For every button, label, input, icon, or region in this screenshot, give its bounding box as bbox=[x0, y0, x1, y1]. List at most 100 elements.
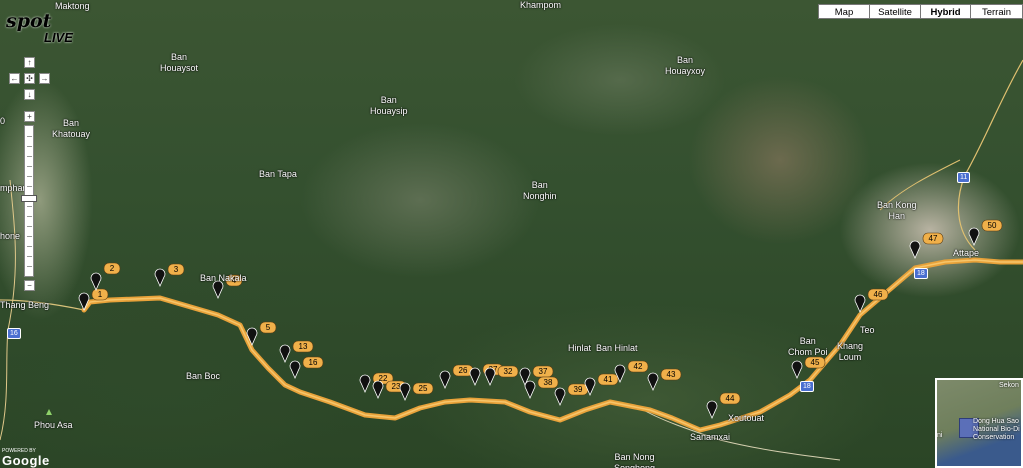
track-pin-icon[interactable] bbox=[359, 374, 371, 393]
track-marker-label: 47 bbox=[929, 234, 938, 243]
map-type-map-button[interactable]: Map bbox=[818, 4, 870, 19]
place-label: Ban Khatouay bbox=[52, 118, 91, 139]
pan-down-button[interactable]: ↓ bbox=[24, 89, 35, 100]
place-label: Khampom bbox=[520, 0, 562, 10]
track-pin-icon[interactable] bbox=[968, 227, 980, 246]
place-label: Xoutouat bbox=[728, 413, 765, 423]
overview-edge-label: ni bbox=[937, 432, 943, 439]
place-label: Hinlat bbox=[568, 343, 592, 353]
logo-text-live: LIVE bbox=[44, 30, 73, 45]
track-pin-icon[interactable] bbox=[647, 372, 659, 391]
pan-right-button[interactable]: → bbox=[39, 73, 50, 84]
track-marker[interactable]: 2 bbox=[90, 262, 121, 291]
track-marker-label: 39 bbox=[574, 385, 583, 394]
track-marker-label: 46 bbox=[874, 290, 883, 299]
place-label: Attape bbox=[953, 248, 980, 258]
logo-text-spot: spot bbox=[6, 10, 52, 32]
track-marker[interactable]: 32 bbox=[484, 365, 519, 386]
place-label: Ban Hinlat bbox=[596, 343, 638, 353]
track-marker-label: 1 bbox=[98, 290, 103, 299]
track-marker[interactable]: 47 bbox=[909, 232, 944, 259]
pan-left-button[interactable]: ← bbox=[9, 73, 20, 84]
place-label: Ban Nakala bbox=[200, 273, 247, 283]
track-pin-icon[interactable] bbox=[279, 344, 291, 363]
track-pin-icon[interactable] bbox=[90, 272, 102, 291]
map-type-satellite-button[interactable]: Satellite bbox=[869, 4, 921, 19]
place-label: Ban Houayxoy bbox=[665, 55, 706, 76]
track-marker-label: 3 bbox=[174, 265, 179, 274]
track-marker-label: 2 bbox=[110, 264, 115, 273]
map-type-hybrid-button[interactable]: Hybrid bbox=[920, 4, 971, 19]
track-marker-label: 42 bbox=[634, 362, 643, 371]
place-label: Ban Tapa bbox=[259, 169, 297, 179]
track-marker[interactable]: 42 bbox=[614, 360, 649, 383]
track-marker-label: 5 bbox=[266, 323, 271, 332]
track-route-highlight bbox=[83, 259, 1023, 431]
zoom-out-button[interactable]: − bbox=[24, 280, 35, 291]
overview-city-label: Sekon bbox=[999, 382, 1019, 389]
place-label: Teo bbox=[860, 325, 875, 335]
map-overlay: 1234513162223252627323738394142434445464… bbox=[0, 59, 1023, 461]
zoom-in-button[interactable]: + bbox=[24, 111, 35, 122]
place-label: Ban Boc bbox=[186, 371, 221, 381]
peak-icon bbox=[46, 409, 52, 415]
road-shield: 11 bbox=[957, 172, 971, 183]
map-type-terrain-button[interactable]: Terrain bbox=[970, 4, 1023, 19]
track-pin-icon[interactable] bbox=[289, 360, 301, 379]
map-canvas[interactable]: 1234513162223252627323738394142434445464… bbox=[0, 0, 1023, 468]
zoom-slider-thumb[interactable] bbox=[21, 195, 37, 202]
track-pin-icon[interactable] bbox=[909, 240, 921, 259]
overview-map[interactable]: Dong Hua Sao National Bio-Di Conservatio… bbox=[935, 378, 1023, 468]
track-marker-label: 43 bbox=[667, 370, 676, 379]
place-label: Sanamxai bbox=[690, 432, 731, 442]
road-shield: 18 bbox=[914, 268, 928, 279]
spot-live-logo: spot LIVE bbox=[6, 10, 88, 54]
track-marker[interactable]: 45 bbox=[791, 356, 826, 379]
road-shield: 16 bbox=[7, 328, 21, 339]
track-marker-label: 13 bbox=[299, 342, 308, 351]
track-marker-label: 44 bbox=[726, 394, 735, 403]
track-marker-label: 50 bbox=[988, 221, 997, 230]
track-pin-icon[interactable] bbox=[554, 387, 566, 406]
track-marker[interactable]: 50 bbox=[968, 219, 1003, 246]
track-marker[interactable]: 41 bbox=[584, 373, 619, 396]
track-marker[interactable]: 25 bbox=[399, 382, 434, 401]
track-marker-label: 23 bbox=[392, 382, 401, 391]
track-marker-label: 16 bbox=[309, 358, 318, 367]
track-marker-label: 26 bbox=[459, 366, 468, 375]
track-marker[interactable]: 39 bbox=[554, 383, 589, 406]
overview-label: Dong Hua Sao National Bio-Di Conservatio… bbox=[973, 418, 1020, 441]
track-pin-icon[interactable] bbox=[399, 382, 411, 401]
track-marker[interactable]: 46 bbox=[854, 288, 889, 313]
track-marker-label: 37 bbox=[539, 367, 548, 376]
track-pin-icon[interactable] bbox=[484, 367, 496, 386]
track-pin-icon[interactable] bbox=[524, 380, 536, 399]
google-logo[interactable]: POWERED BY Google bbox=[2, 448, 62, 468]
place-label: Khang Loum bbox=[837, 341, 864, 362]
track-marker[interactable]: 5 bbox=[246, 321, 277, 346]
track-pin-icon[interactable] bbox=[439, 370, 451, 389]
track-marker[interactable]: 26 bbox=[439, 364, 474, 389]
place-label: Ban Chom Poi bbox=[788, 336, 828, 357]
pan-center-button[interactable]: ✣ bbox=[24, 73, 35, 84]
track-marker[interactable]: 3 bbox=[154, 263, 185, 287]
track-route bbox=[81, 257, 1023, 433]
place-label: Ban Houaysip bbox=[370, 95, 408, 116]
road-shield: 18 bbox=[800, 381, 814, 392]
track-marker[interactable]: 43 bbox=[647, 368, 682, 391]
place-label: Ban Houaysot bbox=[160, 52, 199, 73]
pan-up-button[interactable]: ↑ bbox=[24, 57, 35, 68]
track-marker-label: 25 bbox=[419, 384, 428, 393]
track-pin-icon[interactable] bbox=[154, 268, 166, 287]
place-label: hone bbox=[0, 231, 21, 241]
track-marker-label: 45 bbox=[811, 358, 820, 367]
place-label: Ban Kong Han bbox=[877, 200, 917, 221]
track-pin-icon[interactable] bbox=[706, 400, 718, 419]
track-pin-icon[interactable] bbox=[791, 360, 803, 379]
place-label: 0 bbox=[0, 116, 6, 126]
place-label: Ban Nonghin bbox=[523, 180, 557, 201]
track-marker[interactable]: 38 bbox=[524, 376, 559, 399]
track-pin-icon[interactable] bbox=[372, 380, 384, 399]
track-marker[interactable]: 16 bbox=[289, 356, 324, 379]
track-pin-icon[interactable] bbox=[469, 367, 481, 386]
